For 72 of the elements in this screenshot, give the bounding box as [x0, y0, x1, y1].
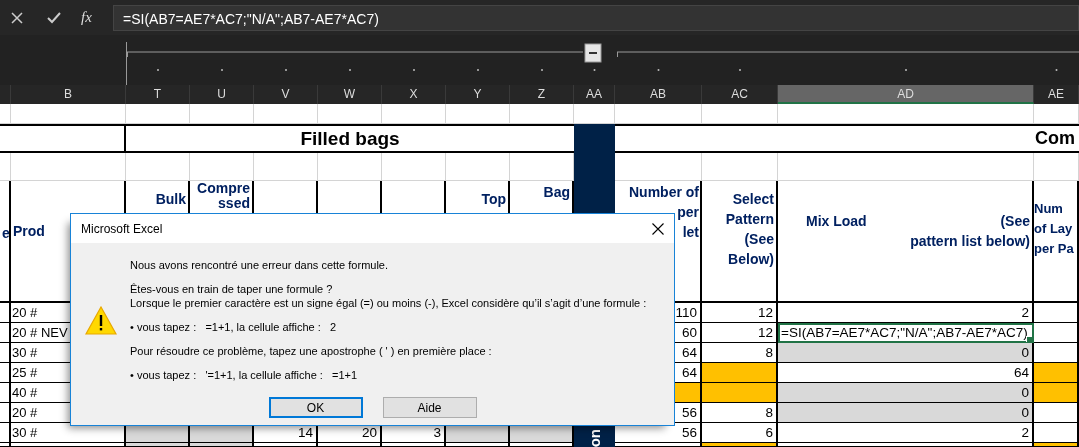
empty-cell — [318, 153, 382, 181]
empty-cell — [1034, 104, 1079, 124]
header-text: Pattern — [725, 210, 774, 229]
header-text: Below) — [728, 250, 774, 269]
fill-handle[interactable] — [1026, 336, 1032, 342]
header-text: per Pa — [1034, 240, 1074, 258]
enter-icon[interactable] — [47, 11, 61, 24]
header-text: Bag — [543, 183, 570, 202]
header-text: let — [682, 223, 699, 242]
header-text: e — [2, 224, 9, 243]
empty-cell — [382, 153, 446, 181]
message-text: • vous tapez : =1+1, la cellule affiche : 2 — [130, 320, 338, 334]
message-text: Nous avons rencontré une erreur dans cette formule. — [130, 258, 390, 272]
empty-cell — [318, 104, 382, 124]
table-cell: 0 — [778, 383, 1034, 403]
message-text: • vous tapez : '=1+1, la cellule affiche : =1+1 — [130, 368, 359, 382]
empty-cell — [0, 343, 11, 363]
active-cell[interactable]: =SI(AB7=AE7*AC7;"N/A";AB7-AE7*AC7) — [778, 323, 1034, 343]
empty-cell — [0, 153, 11, 181]
header-text: ssed — [218, 196, 250, 211]
empty-cell — [446, 104, 510, 124]
empty-cell — [1034, 323, 1079, 343]
empty-cell — [1034, 153, 1079, 181]
empty-cell — [0, 423, 11, 443]
table-cell: 2 — [778, 303, 1034, 323]
header-text: per — [677, 203, 699, 222]
header-text: Num — [1034, 200, 1063, 218]
header-text: Number of — [629, 183, 699, 202]
header-text: (See — [744, 230, 774, 249]
empty-cell — [126, 104, 190, 124]
empty-cell — [510, 104, 574, 124]
header-text: Bulk — [155, 190, 186, 209]
dialog-title: Microsoft Excel — [81, 221, 163, 236]
vertical-label: on — [585, 428, 604, 447]
empty-cell — [254, 104, 318, 124]
formula-field[interactable]: =SI(AB7=AE7*AC7;"N/A";AB7-AE7*AC7) — [113, 4, 1079, 31]
empty-cell — [254, 153, 318, 181]
table-cell: 0 — [778, 343, 1034, 363]
empty-cell — [382, 104, 446, 124]
header-text: Mix Load — [806, 212, 867, 231]
section-title: Filled bags — [126, 124, 574, 153]
empty-cell — [190, 104, 254, 124]
header-text: Prod — [13, 222, 45, 241]
section-title: Com — [1034, 124, 1079, 153]
header-text: of Lay — [1034, 220, 1073, 238]
column-header[interactable]: AD — [778, 85, 1034, 104]
message-text: Pour résoudre ce problème, tapez une apostrophe ( ' ) en première place : — [130, 344, 493, 358]
empty-cell — [0, 403, 11, 423]
table-cell: 12 — [702, 323, 778, 343]
help-button[interactable]: Aide — [382, 397, 477, 418]
message-text: Êtes-vous en train de taper une formule ? — [130, 282, 334, 296]
header-text: pattern list below) — [910, 232, 1030, 251]
table-cell: 2 — [778, 423, 1034, 443]
header-text: (See — [1000, 212, 1030, 231]
table-cell: 12 — [702, 303, 778, 323]
ok-button[interactable]: OK — [268, 397, 363, 418]
empty-cell — [190, 153, 254, 181]
cancel-icon[interactable] — [11, 11, 23, 24]
empty-cell — [0, 104, 11, 124]
empty-cell — [446, 153, 510, 181]
header-text: Compre — [197, 181, 250, 196]
warning-icon — [84, 305, 117, 335]
table-cell: 0 — [778, 403, 1034, 423]
collapse-button[interactable] — [584, 43, 602, 63]
empty-cell — [126, 153, 190, 181]
insert-function-button[interactable]: fx — [81, 9, 92, 26]
empty-cell — [0, 363, 11, 383]
header-text: Select — [732, 190, 774, 209]
header-text: Top — [481, 190, 506, 209]
empty-cell — [0, 383, 11, 403]
empty-cell — [0, 323, 11, 343]
close-icon[interactable] — [652, 222, 664, 235]
